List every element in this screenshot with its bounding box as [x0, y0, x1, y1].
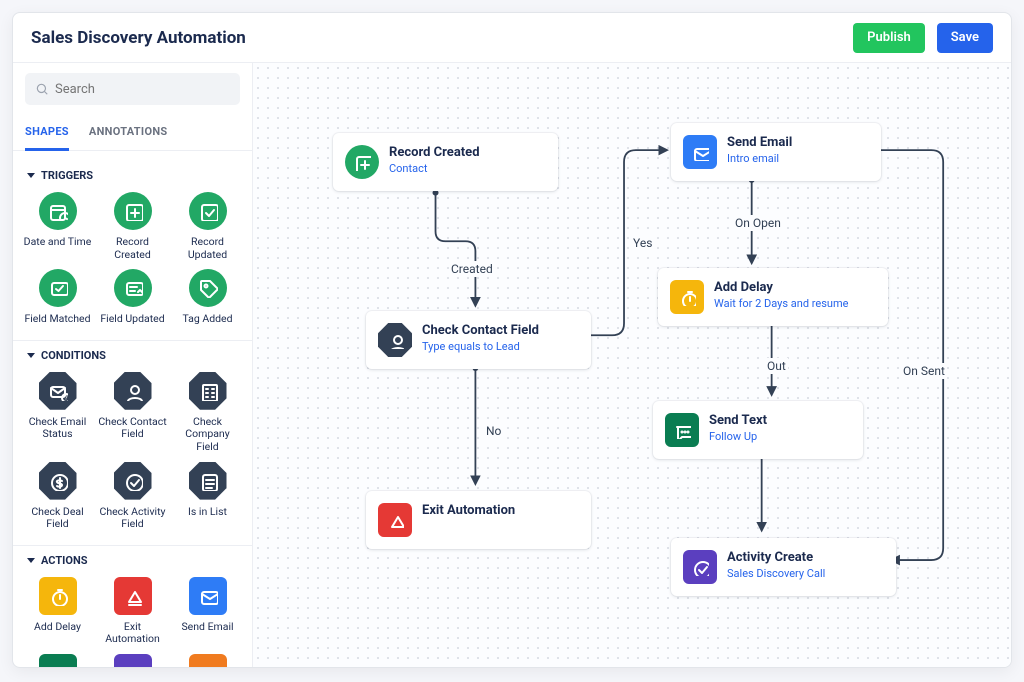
user-icon — [378, 323, 412, 357]
plus-square-icon — [345, 145, 379, 179]
publish-button[interactable]: Publish — [853, 23, 925, 53]
condition-check-deal[interactable]: Check Deal Field — [23, 462, 92, 531]
mail-icon — [198, 586, 218, 606]
section-conditions-header[interactable]: CONDITIONS — [27, 349, 238, 362]
save-button[interactable]: Save — [937, 23, 993, 53]
search-icon — [35, 82, 49, 96]
building-icon — [198, 381, 218, 401]
search-input[interactable] — [55, 82, 230, 97]
condition-check-email[interactable]: ?Check Email Status — [23, 372, 92, 454]
trigger-record-created[interactable]: Record Created — [98, 192, 167, 261]
node-send-email[interactable]: Send EmailIntro email — [671, 123, 881, 181]
sidebar: SHAPES ANNOTATIONS TRIGGERS Date and Tim… — [13, 63, 253, 667]
trigger-date-time[interactable]: Date and Time — [23, 192, 92, 261]
exit-icon — [123, 586, 143, 606]
user-icon — [123, 381, 143, 401]
canvas[interactable]: Record CreatedContact Check Contact Fiel… — [253, 63, 1011, 667]
node-check-contact[interactable]: Check Contact FieldType equals to Lead — [366, 311, 591, 369]
action-extra-3[interactable] — [173, 654, 242, 667]
action-add-delay[interactable]: Add Delay — [23, 577, 92, 646]
action-send-email[interactable]: Send Email — [173, 577, 242, 646]
edge-label-no: No — [484, 423, 503, 439]
mail-icon — [683, 135, 717, 169]
calendar-clock-icon — [48, 201, 68, 221]
node-add-delay[interactable]: Add DelayWait for 2 Days and resume — [658, 268, 888, 326]
action-extra-2[interactable] — [98, 654, 167, 667]
chevron-down-icon — [27, 173, 35, 178]
edge-label-out: Out — [765, 358, 788, 374]
chevron-down-icon — [27, 558, 35, 563]
check-circle-icon — [683, 550, 717, 584]
trigger-field-matched[interactable]: Field Matched — [23, 269, 92, 326]
condition-check-contact[interactable]: Check Contact Field — [98, 372, 167, 454]
dollar-circle-icon — [48, 471, 68, 491]
topbar: Sales Discovery Automation Publish Save — [13, 13, 1011, 63]
node-activity-create[interactable]: Activity CreateSales Discovery Call — [671, 538, 896, 596]
stopwatch-icon — [670, 280, 704, 314]
check-circle-icon — [123, 471, 143, 491]
edge-label-onsent: On Sent — [901, 363, 947, 379]
search-field[interactable] — [25, 73, 240, 105]
tag-icon — [198, 278, 218, 298]
mail-question-icon: ? — [48, 381, 68, 401]
plus-square-icon — [123, 201, 143, 221]
node-record-created[interactable]: Record CreatedContact — [333, 133, 558, 191]
section-triggers-header[interactable]: TRIGGERS — [27, 169, 238, 182]
node-send-text[interactable]: Send TextFollow Up — [653, 401, 863, 459]
trigger-tag-added[interactable]: Tag Added — [173, 269, 242, 326]
tab-shapes[interactable]: SHAPES — [25, 119, 69, 151]
edge-label-created: Created — [449, 261, 495, 277]
node-exit-automation[interactable]: Exit Automation — [366, 491, 591, 549]
condition-check-activity[interactable]: Check Activity Field — [98, 462, 167, 531]
svg-text:?: ? — [64, 395, 67, 401]
edge-label-onopen: On Open — [733, 215, 783, 231]
chat-icon — [665, 413, 699, 447]
condition-is-in-list[interactable]: Is in List — [173, 462, 242, 531]
chevron-down-icon — [27, 353, 35, 358]
check-square-icon — [198, 201, 218, 221]
chat-check-icon — [48, 278, 68, 298]
condition-check-company[interactable]: Check Company Field — [173, 372, 242, 454]
action-extra-1[interactable] — [23, 654, 92, 667]
trigger-record-updated[interactable]: Record Updated — [173, 192, 242, 261]
tab-annotations[interactable]: ANNOTATIONS — [89, 119, 168, 150]
app-root: Sales Discovery Automation Publish Save … — [12, 12, 1012, 668]
form-edit-icon — [123, 278, 143, 298]
edge-label-yes: Yes — [631, 235, 654, 251]
section-actions-header[interactable]: ACTIONS — [27, 554, 238, 567]
stopwatch-icon — [48, 586, 68, 606]
page-title: Sales Discovery Automation — [31, 28, 246, 48]
exit-icon — [378, 503, 412, 537]
action-exit-automation[interactable]: Exit Automation — [98, 577, 167, 646]
trigger-field-updated[interactable]: Field Updated — [98, 269, 167, 326]
list-icon — [198, 471, 218, 491]
